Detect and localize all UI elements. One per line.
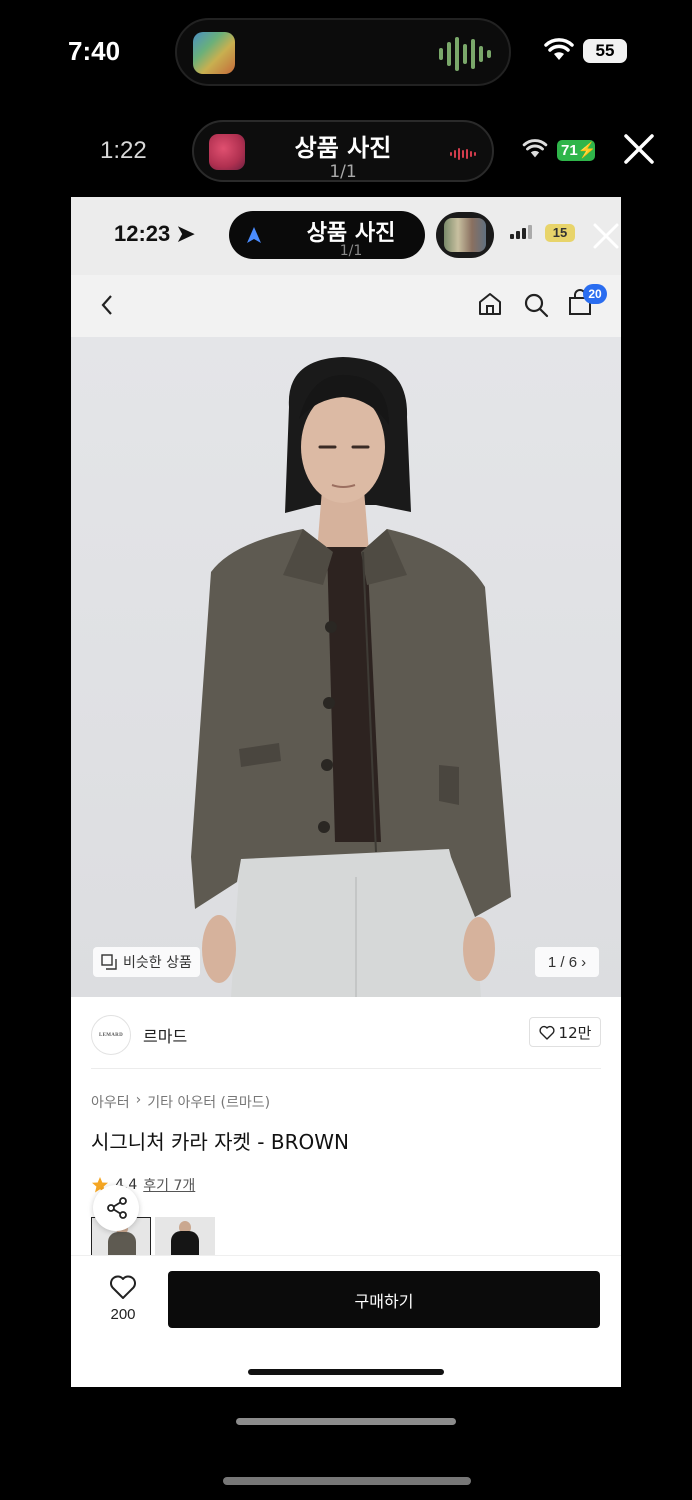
home-icon[interactable] bbox=[477, 291, 503, 317]
outer-dynamic-island[interactable] bbox=[175, 18, 511, 86]
outer-status-time: 7:40 bbox=[68, 36, 121, 66]
media-thumbnail bbox=[436, 212, 494, 258]
photo-pager-label: 1 / 6 bbox=[547, 953, 578, 971]
inner-status-time: 12:23 ➤ bbox=[114, 221, 195, 246]
reviews-link[interactable]: 후기 7개 bbox=[143, 1175, 195, 1195]
cart-count-badge: 20 bbox=[583, 284, 607, 304]
brand-like-button[interactable]: 12만 bbox=[529, 1017, 601, 1047]
bottom-action-bar: 200 구매하기 bbox=[71, 1255, 621, 1387]
battery-icon: 71⚡ bbox=[557, 140, 596, 161]
product-photo[interactable]: 비슷한 상품 1 / 6 › bbox=[71, 337, 621, 997]
inner-island-page: 1/1 bbox=[339, 243, 363, 259]
audio-wave-icon bbox=[439, 36, 491, 72]
thumbnail[interactable] bbox=[155, 1217, 215, 1257]
similar-products-icon bbox=[101, 954, 117, 970]
model-in-jacket-image bbox=[191, 357, 511, 997]
viewer-home-indicator bbox=[236, 1418, 456, 1425]
share-icon bbox=[107, 1197, 127, 1219]
wifi-icon bbox=[544, 38, 574, 60]
wishlist-count: 200 bbox=[110, 1306, 136, 1323]
back-arrow-icon[interactable] bbox=[99, 293, 115, 317]
home-indicator[interactable] bbox=[223, 1477, 471, 1485]
heart-icon bbox=[110, 1275, 136, 1299]
photo-pager[interactable]: 1 / 6 › bbox=[535, 947, 599, 977]
battery-icon: 15 bbox=[545, 224, 575, 242]
breadcrumb: 아우터 › 기타 아우터 (르마드) bbox=[91, 1092, 270, 1112]
viewer-dynamic-island[interactable]: 상품 사진 1/1 bbox=[192, 120, 494, 182]
wishlist-button[interactable]: 200 bbox=[101, 1274, 145, 1323]
top-navigation: 20 bbox=[71, 275, 621, 337]
app-icon bbox=[193, 32, 235, 74]
close-icon[interactable] bbox=[620, 130, 658, 168]
wifi-icon bbox=[522, 139, 548, 158]
navigation-icon bbox=[247, 227, 261, 243]
divider bbox=[91, 1068, 601, 1069]
buy-button[interactable]: 구매하기 bbox=[168, 1271, 600, 1328]
inner-home-indicator bbox=[248, 1369, 444, 1375]
similar-products-label: 비슷한 상품 bbox=[123, 955, 192, 971]
brand-name[interactable]: 르마드 bbox=[143, 1023, 187, 1047]
product-title: 시그니처 카라 자켓 - BROWN bbox=[91, 1130, 349, 1154]
brand-like-count: 12만 bbox=[558, 1023, 592, 1042]
similar-products-button[interactable]: 비슷한 상품 bbox=[93, 947, 200, 977]
inner-status-bar: 12:23 ➤ 상품 사진 1/1 15 bbox=[71, 197, 621, 275]
inner-dynamic-island[interactable]: 상품 사진 1/1 bbox=[229, 211, 425, 259]
signal-icon bbox=[510, 225, 532, 239]
product-screenshot: 12:23 ➤ 상품 사진 1/1 15 20 비슷한 상품 1 / 6 › L… bbox=[71, 197, 621, 1387]
search-icon[interactable] bbox=[523, 292, 549, 318]
share-button[interactable] bbox=[93, 1185, 139, 1231]
viewer-status-time: 1:22 bbox=[100, 137, 147, 164]
chevron-right-icon: › bbox=[581, 953, 587, 971]
brand-logo[interactable]: LEMARD bbox=[91, 1015, 131, 1055]
close-icon[interactable] bbox=[591, 221, 621, 251]
viewer-title: 상품 사진 bbox=[294, 134, 392, 162]
brand-row[interactable]: LEMARD 르마드 12만 bbox=[71, 997, 621, 1067]
recording-wave-icon bbox=[450, 148, 476, 160]
breadcrumb-item[interactable]: 아우터 bbox=[91, 1092, 130, 1112]
heart-icon bbox=[538, 1025, 555, 1040]
viewer-page-indicator: 1/1 bbox=[329, 162, 357, 182]
breadcrumb-item[interactable]: 기타 아우터 (르마드) bbox=[147, 1092, 270, 1112]
chevron-right-icon: › bbox=[135, 1092, 142, 1108]
battery-icon: 55 bbox=[583, 39, 627, 63]
